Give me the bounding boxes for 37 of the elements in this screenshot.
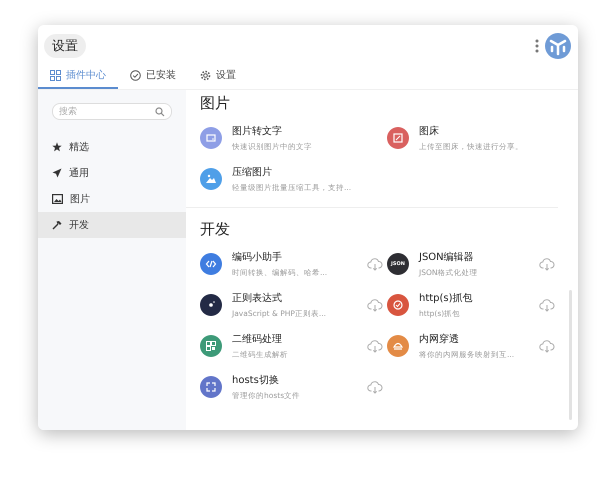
window-title: 设置 (44, 34, 86, 58)
star-icon (52, 142, 62, 152)
sidebar-item[interactable]: 图片 (38, 186, 186, 212)
logo-icon (545, 33, 571, 59)
plugin-name[interactable]: 二维码处理 (232, 332, 282, 346)
plugin-name[interactable]: 压缩图片 (232, 165, 272, 179)
paper-plane-icon (52, 168, 62, 178)
plugin-name[interactable]: http(s)抓包 (419, 291, 473, 305)
plugin-name[interactable]: 图床 (419, 124, 439, 138)
plugin-name[interactable]: JSON编辑器 (419, 250, 474, 264)
tab[interactable]: 设置 (188, 63, 248, 89)
cloud-download-icon[interactable] (367, 298, 383, 312)
search-icon (155, 107, 165, 117)
cloud-download-icon[interactable] (539, 298, 555, 312)
hammer-icon (52, 220, 62, 230)
plugin-name[interactable]: 图片转文字 (232, 124, 282, 138)
cloud-download-icon[interactable] (367, 380, 383, 394)
plugin-name[interactable]: 内网穿透 (419, 332, 459, 346)
grid-icon (50, 70, 61, 80)
plugin-name[interactable]: 正则表达式 (232, 291, 282, 305)
plugin-name[interactable]: 编码小助手 (232, 250, 282, 264)
section-title: 图片 (200, 94, 230, 113)
cloud-download-icon[interactable] (539, 340, 555, 352)
cloud-download-icon[interactable] (539, 258, 555, 270)
section-title: 开发 (200, 220, 230, 239)
image-icon (52, 194, 63, 204)
sidebar-item[interactable]: 精选 (38, 134, 186, 160)
plugin-name[interactable]: hosts切换 (232, 373, 279, 387)
more-icon[interactable] (535, 39, 539, 53)
gear-icon (200, 70, 211, 80)
sidebar-item[interactable]: 开发 (38, 212, 186, 238)
cloud-download-icon[interactable] (367, 340, 383, 352)
search-field[interactable]: 搜索 (52, 103, 172, 120)
tab[interactable]: 已安装 (118, 63, 188, 89)
check-circle-icon (130, 70, 141, 80)
cloud-download-icon[interactable] (367, 258, 383, 270)
sidebar-item[interactable]: 通用 (38, 160, 186, 186)
